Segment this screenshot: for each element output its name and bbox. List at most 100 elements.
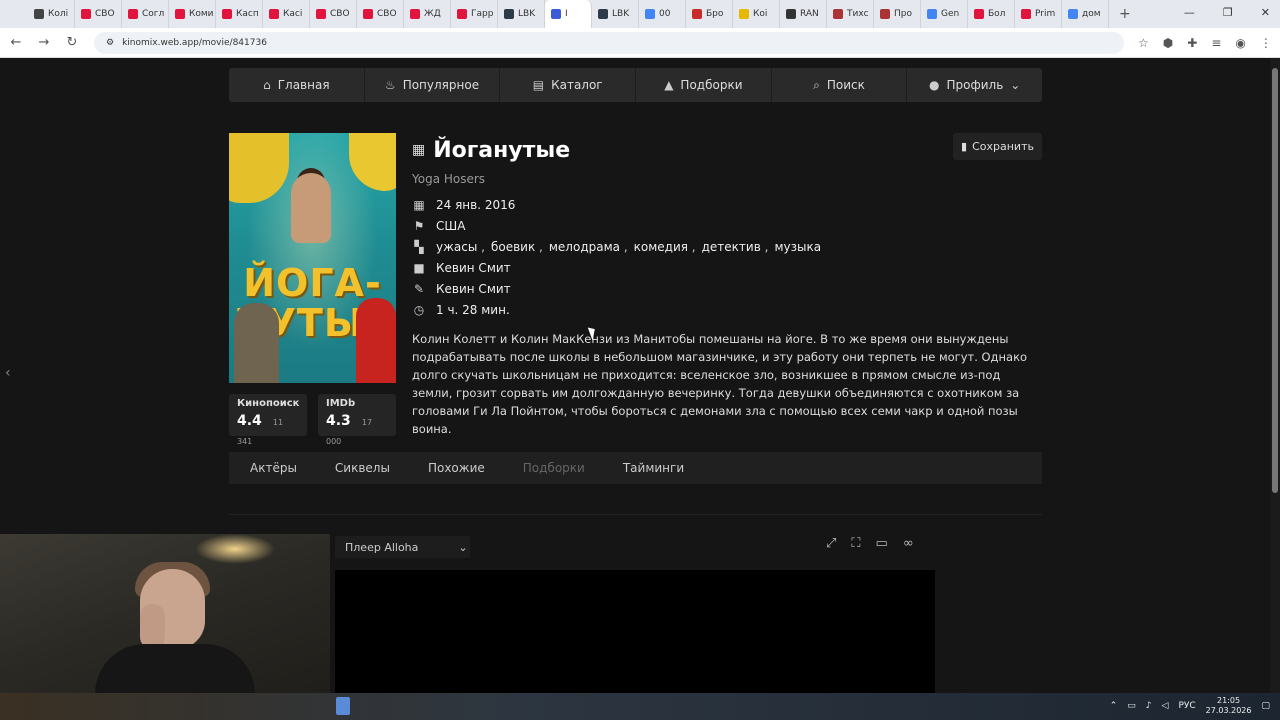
tab-timings[interactable]: Тайминги [623,461,684,475]
expand-icon[interactable]: ⤢ [826,536,836,551]
microphone-icon[interactable]: ♪ [1146,701,1152,711]
genre-link[interactable]: детектив [702,240,761,254]
notifications-icon[interactable]: ▢ [1261,701,1270,711]
reload-icon[interactable]: ↻ [60,35,84,50]
nav-popular[interactable]: ♨ Популярное [365,68,501,102]
bookmark-star-icon[interactable]: ☆ [1138,36,1149,50]
genre-link[interactable]: мелодрама [549,240,620,254]
nav-collections[interactable]: ▲ Подборки [636,68,772,102]
tab-favicon-icon [927,9,937,19]
writer[interactable]: Кевин Смит [436,282,511,296]
genre-link[interactable]: комедия [634,240,688,254]
puzzle-icon[interactable]: ✚ [1187,36,1197,50]
browser-tab[interactable]: СВО [75,0,122,28]
tab-similar[interactable]: Похожие [428,461,485,475]
battery-icon[interactable]: ▭ [1127,701,1136,711]
browser-tab[interactable]: 00 [639,0,686,28]
browser-tab-label: Prim [1035,9,1056,19]
tab-favicon-icon [786,9,796,19]
nav-search[interactable]: ⌕ Поиск [772,68,908,102]
nav-profile-label: Профиль [946,78,1004,92]
browser-tab[interactable]: Prim [1015,0,1062,28]
minimize-icon[interactable]: — [1184,6,1195,19]
browser-tab[interactable]: Тихс [827,0,874,28]
clock[interactable]: 21:05 27.03.2026 [1206,696,1252,716]
tab-favicon-icon [692,9,702,19]
tab-favicon-icon [645,9,655,19]
address-bar[interactable]: ⚙ kinomix.web.app/movie/841736 [94,31,1124,54]
browser-tab-label: СВО [95,9,115,19]
browser-tab[interactable]: Согл [122,0,169,28]
taskbar-app-icon[interactable] [336,697,350,715]
tab-favicon-icon [1021,9,1031,19]
browser-tab-label: СВО [377,9,397,19]
link-icon[interactable]: ∞ [903,536,914,551]
scrollbar[interactable] [1270,58,1280,693]
country: США [436,218,466,233]
browser-tab[interactable]: Коі [733,0,780,28]
browser-tab-label: Касп [236,9,259,19]
nav-home[interactable]: ⌂ Главная [229,68,365,102]
movie-description: Колин Колетт и Колин МакКензи из Манитоб… [412,332,1028,436]
director[interactable]: Кевин Смит [436,261,511,275]
tab-favicon-icon [81,9,91,19]
browser-tab[interactable]: LBK [592,0,639,28]
comments-icon[interactable]: ▭ [876,536,888,551]
tab-actors[interactable]: Актёры [250,461,297,475]
tab-collections[interactable]: Подборки [523,461,585,475]
browser-tab[interactable]: RAN [780,0,827,28]
genre-link[interactable]: ужасы [436,240,477,254]
profile-avatar-icon[interactable]: ◉ [1235,36,1245,50]
browser-tab-label: ЖД [424,9,441,19]
browser-tab[interactable]: Касп [216,0,263,28]
new-tab-icon[interactable]: + [1119,6,1131,22]
extension-icon[interactable]: ⬢ [1163,36,1173,50]
browser-tab-label: Колі [48,9,69,19]
volume-icon[interactable]: ◁ [1162,701,1169,711]
browser-tab[interactable]: Касі [263,0,310,28]
chevron-up-icon[interactable]: ⌃ [1110,701,1118,711]
browser-tab[interactable]: дом [1062,0,1109,28]
forward-icon[interactable]: → [32,35,56,50]
browser-tab[interactable]: I [545,0,592,28]
browser-tab[interactable]: Коми [169,0,216,28]
browser-tab[interactable]: LBK [498,0,545,28]
tab-favicon-icon [598,9,608,19]
menu-dots-icon[interactable]: ⋮ [1260,36,1272,50]
browser-tab[interactable]: Про [874,0,921,28]
video-player[interactable] [335,570,935,693]
close-window-icon[interactable]: ✕ [1261,6,1270,19]
chevron-left-icon[interactable]: ‹ [5,365,11,381]
browser-tab[interactable]: СВО [310,0,357,28]
genre-link[interactable]: боевик [491,240,535,254]
user-icon: ● [929,78,940,92]
browser-tab[interactable]: Gen [921,0,968,28]
genre-link[interactable]: музыка [774,240,821,254]
browser-tab-label: СВО [330,9,350,19]
back-icon[interactable]: ← [4,35,28,50]
tab-sequels[interactable]: Сиквелы [335,461,390,475]
content-tabs: Актёры Сиквелы Похожие Подборки Тайминги [229,452,1042,484]
nav-catalog[interactable]: ▤ Каталог [500,68,637,102]
fullscreen-icon[interactable]: ⛶ [851,536,860,551]
input-language[interactable]: РУС [1178,701,1195,711]
browser-tab[interactable]: ЖД [404,0,451,28]
pencil-icon: ✎ [413,281,425,296]
browser-tab[interactable]: Бол [968,0,1015,28]
player-toolbar: ⤢ ⛶ ▭ ∞ [826,536,914,551]
reading-list-icon[interactable]: ≡ [1211,36,1221,50]
movie-info: ▦ Йоганутые Yoga Hosers ▦ 24 янв. 2016 ⚑… [412,133,1042,438]
clock-icon: ◷ [413,302,425,317]
site-info-icon[interactable]: ⚙ [106,38,114,48]
player-select[interactable]: Плеер Alloha ⌄ [335,536,470,558]
country-row: ⚑ США [412,215,1042,236]
release-date: 24 янв. 2016 [436,197,516,212]
browser-tab[interactable]: СВО [357,0,404,28]
restore-icon[interactable]: ❐ [1223,6,1233,19]
rating-value: 4.3 [326,413,351,429]
browser-tab[interactable]: Колі [28,0,75,28]
tab-favicon-icon [457,9,467,19]
browser-tab[interactable]: Гарр [451,0,498,28]
browser-tab[interactable]: Бро [686,0,733,28]
nav-profile[interactable]: ● Профиль ⌄ [907,68,1042,102]
